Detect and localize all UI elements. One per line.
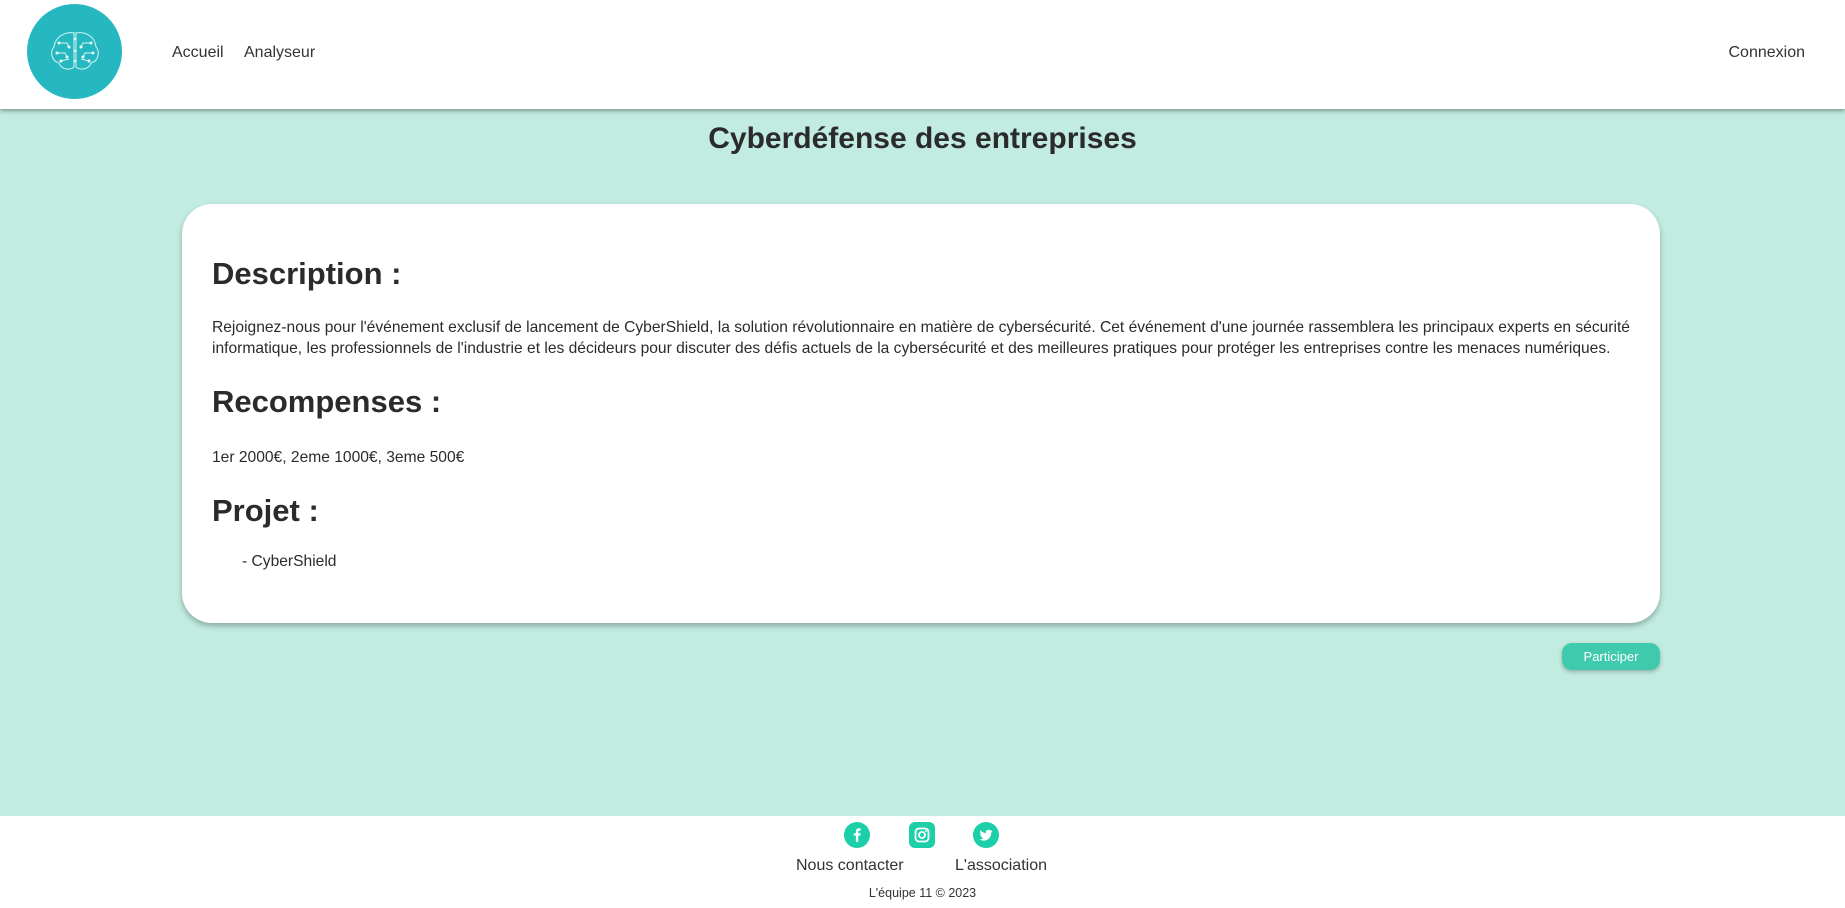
footer: Nous contacter L'association L'équipe 11… [0, 816, 1845, 908]
nav-accueil[interactable]: Accueil [172, 44, 224, 62]
rewards-heading: Recompenses : [212, 384, 442, 419]
instagram-icon[interactable] [909, 822, 935, 848]
page-title: Cyberdéfense des entreprises [708, 122, 1137, 155]
description-text: Rejoignez-nous pour l'événement exclusif… [212, 319, 1630, 357]
project-heading: Projet : [212, 493, 319, 528]
participate-button[interactable]: Participer [1562, 643, 1660, 670]
copyright: L'équipe 11 © 2023 [868, 886, 977, 900]
rewards-text: 1er 2000€, 2eme 1000€, 3eme 500€ [212, 449, 465, 466]
nav-analyseur[interactable]: Analyseur [244, 44, 315, 62]
project-item: - CyberShield [242, 553, 337, 570]
association-link[interactable]: L'association [955, 857, 1047, 875]
twitter-icon[interactable] [973, 822, 999, 848]
nav-connexion[interactable]: Connexion [1729, 44, 1806, 62]
facebook-icon[interactable] [844, 822, 870, 848]
description-heading: Description : [212, 256, 402, 291]
brain-circuit-icon [50, 31, 99, 70]
header: Accueil Analyseur Connexion [0, 0, 1845, 109]
event-card: Description : Rejoignez-nous pour l'évén… [182, 204, 1660, 623]
contact-link[interactable]: Nous contacter [796, 857, 904, 875]
project-list: - CyberShield [212, 553, 1630, 571]
logo[interactable] [27, 4, 122, 99]
